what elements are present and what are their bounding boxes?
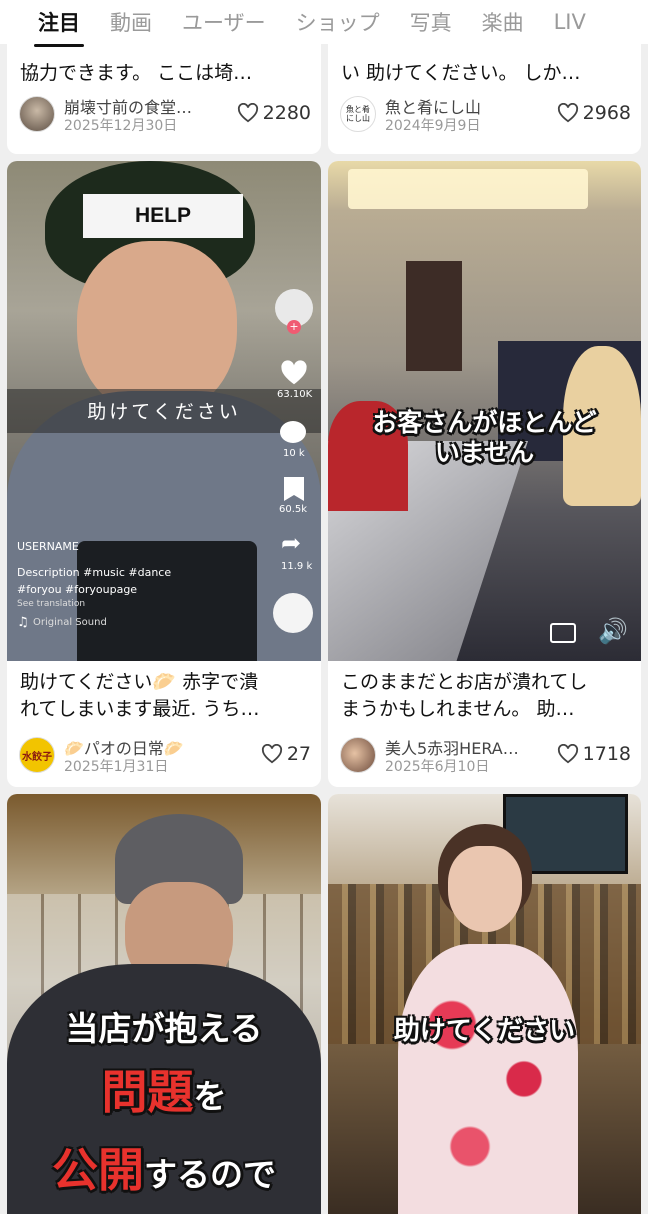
- bookmark-count-overlay: 60.5k: [279, 504, 308, 515]
- post-date: 2025年6月10日: [385, 759, 490, 775]
- video-card[interactable]: 助けてください: [328, 794, 641, 1214]
- tab-music[interactable]: 楽曲: [482, 7, 524, 37]
- video-thumbnail[interactable]: HELP 助けてください + 63.10K 10 k 60.5k ➦ 11.9 …: [7, 161, 321, 661]
- avatar[interactable]: 魚と肴 にし山: [340, 96, 376, 132]
- video-thumbnail[interactable]: 当店が抱える 問題を 公開するので: [7, 794, 321, 1214]
- like-count: 2280: [237, 102, 311, 124]
- comment-icon: [280, 421, 306, 443]
- avatar-logo-text: 水餃子: [22, 751, 52, 763]
- video-caption-line3: 公開するので: [52, 1143, 276, 1197]
- video-caption: 助けてください: [393, 1016, 576, 1046]
- video-card[interactable]: 協力できます。 ここは埼… 崩壊寸前の食堂… 2025年12月30日 2280: [7, 30, 321, 154]
- tab-videos[interactable]: 動画: [110, 7, 152, 37]
- video-caption: 助けてください: [87, 401, 241, 423]
- ceiling-light: [348, 169, 588, 209]
- overlay-description: Description #music #dance: [17, 566, 172, 579]
- video-thumbnail[interactable]: お客さんがほとんど いません 🔊: [328, 161, 641, 661]
- overlay-sound-name: Original Sound: [33, 617, 107, 628]
- like-count: 2968: [557, 102, 631, 124]
- video-card[interactable]: い 助けてください。 しか… 魚と肴 にし山 魚と肴にし山 2024年9月9日 …: [328, 30, 641, 154]
- heart-icon: [261, 744, 282, 764]
- tab-users[interactable]: ユーザー: [182, 7, 266, 37]
- subtitles-icon: [550, 623, 576, 643]
- share-arrow-icon: ➦: [281, 529, 302, 557]
- music-note-icon: ♫: [17, 615, 29, 630]
- floral-dress: [398, 944, 578, 1214]
- like-count-overlay: 63.10K: [277, 389, 313, 400]
- overlay-hashtags: #foryou #foryoupage: [17, 583, 138, 596]
- video-description: 助けてください🥟 赤字で潰 れてしまいます最近. うち…: [20, 671, 260, 720]
- post-date: 2025年1月31日: [64, 759, 169, 775]
- like-count: 27: [261, 743, 311, 765]
- video-description: い 助けてください。 しか…: [341, 62, 581, 84]
- like-count: 1718: [557, 743, 631, 765]
- back-door: [406, 261, 462, 371]
- help-sign: HELP: [83, 194, 243, 238]
- category-tab-bar: 注目 動画 ユーザー ショップ 写真 楽曲 LIV: [0, 0, 648, 47]
- video-card[interactable]: 当店が抱える 問題を 公開するので: [7, 794, 321, 1214]
- like-heart-icon: [281, 360, 307, 385]
- video-thumbnail[interactable]: 助けてください: [328, 794, 641, 1214]
- overlay-username: USERNAME: [17, 540, 79, 553]
- heart-icon: [557, 744, 578, 764]
- post-date: 2025年12月30日: [64, 118, 178, 134]
- video-description: 協力できます。 ここは埼…: [20, 62, 253, 84]
- tab-trending[interactable]: 注目: [34, 7, 84, 47]
- video-caption: お客さんがほとんど いません: [372, 408, 597, 467]
- video-caption-line2: 問題を: [101, 1065, 227, 1119]
- volume-icon[interactable]: 🔊: [598, 617, 628, 645]
- avatar[interactable]: [19, 96, 55, 132]
- video-card[interactable]: お客さんがほとんど いません 🔊 このままだとお店が潰れてし まうかもしれません…: [328, 161, 641, 787]
- avatar[interactable]: 水餃子: [19, 737, 55, 773]
- avatar-logo-text: 魚と肴 にし山: [346, 105, 370, 123]
- tab-shop[interactable]: ショップ: [296, 7, 380, 37]
- post-date: 2024年9月9日: [385, 118, 481, 134]
- heart-icon: [557, 103, 578, 123]
- video-description: このままだとお店が潰れてし まうかもしれません。 助…: [341, 671, 588, 720]
- avatar[interactable]: [340, 737, 376, 773]
- tab-live[interactable]: LIV: [554, 10, 586, 34]
- video-card[interactable]: HELP 助けてください + 63.10K 10 k 60.5k ➦ 11.9 …: [7, 161, 321, 787]
- tab-photos[interactable]: 写真: [410, 7, 452, 37]
- share-count-overlay: 11.9 k: [281, 561, 313, 572]
- music-disc-icon: [273, 593, 313, 633]
- overlay-see-translation: See translation: [17, 599, 86, 609]
- apron: [77, 541, 257, 661]
- comment-count-overlay: 10 k: [283, 448, 305, 459]
- follow-plus-icon: +: [287, 320, 301, 334]
- heart-icon: [237, 103, 258, 123]
- person-face: [448, 846, 522, 932]
- video-caption: 当店が抱える: [65, 1009, 263, 1048]
